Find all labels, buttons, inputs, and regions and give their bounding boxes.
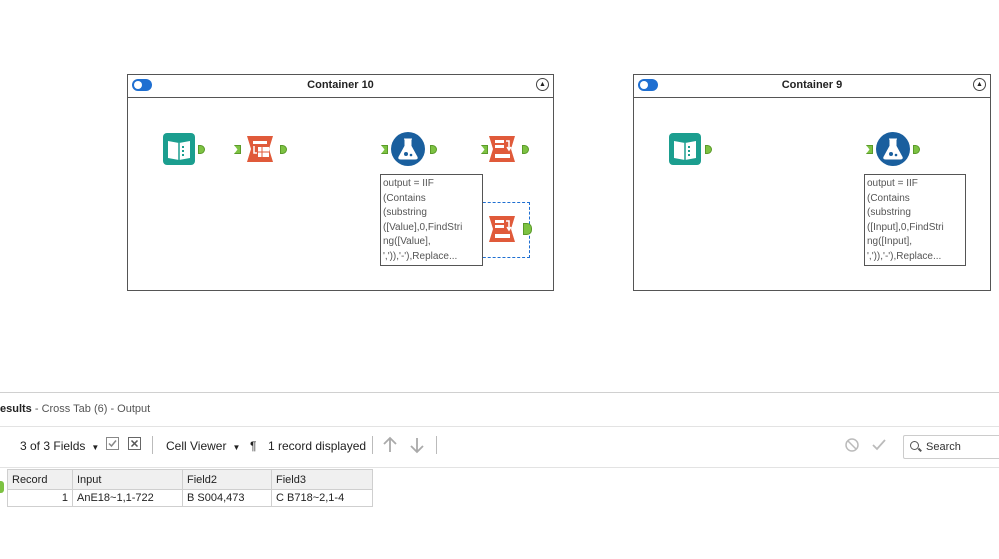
column-header[interactable]: Input <box>72 469 183 490</box>
separator <box>436 436 437 454</box>
results-table: Record Input Field2 Field3 1 AnE18~1,1-7… <box>7 469 373 507</box>
container-title: Container 10 <box>307 79 374 91</box>
container-header[interactable]: Container 9 ▲ <box>634 75 990 98</box>
checkbox-icon[interactable] <box>106 437 119 453</box>
cross-tab-tool-icon[interactable] <box>485 212 519 246</box>
column-header[interactable]: Field3 <box>271 469 373 490</box>
separator <box>152 436 153 454</box>
container-title: Container 9 <box>781 79 843 91</box>
table-cell[interactable]: B S004,473 <box>182 489 272 507</box>
column-header[interactable]: Record <box>7 469 73 490</box>
table-cell[interactable]: AnE18~1,1-722 <box>72 489 183 507</box>
container-header[interactable]: Container 10 ▲ <box>128 75 553 98</box>
formula-tool-icon[interactable] <box>875 131 910 166</box>
separator <box>372 436 373 454</box>
search-input[interactable]: Search <box>903 435 999 459</box>
table-row[interactable]: 1 AnE18~1,1-722 B S004,473 C B718~2,1-4 <box>7 489 373 507</box>
pilcrow-icon[interactable]: ¶ <box>250 439 256 453</box>
text-input-tool-icon[interactable] <box>668 132 702 166</box>
output-anchor[interactable] <box>523 223 532 235</box>
column-header[interactable]: Field2 <box>182 469 272 490</box>
text-to-columns-tool-icon[interactable] <box>243 132 277 166</box>
arrow-up-icon[interactable] <box>382 436 398 457</box>
results-panel: esults - Cross Tab (6) - Output 3 of 3 F… <box>0 392 999 559</box>
cell-viewer-dropdown[interactable]: Cell Viewer ▼ <box>166 439 240 453</box>
container-10[interactable]: Container 10 ▲ <box>127 74 554 291</box>
workflow-canvas[interactable]: Container 10 ▲ Container 9 ▲ output = II… <box>0 0 999 392</box>
formula-annotation: output = IIF (Contains (substring ([Inpu… <box>864 174 966 266</box>
formula-tool-icon[interactable] <box>390 131 425 166</box>
records-displayed: 1 record displayed <box>268 439 367 453</box>
search-icon <box>910 441 919 450</box>
results-title: esults - Cross Tab (6) - Output <box>0 403 151 415</box>
cross-tab-tool-icon[interactable] <box>485 132 519 166</box>
text-input-tool-icon[interactable] <box>162 132 196 166</box>
panel-tab-indicator <box>0 481 4 493</box>
table-cell[interactable]: C B718~2,1-4 <box>271 489 373 507</box>
results-toolbar: 3 of 3 Fields ▼ Cell Viewer ▼ ¶ 1 record d… <box>0 426 999 468</box>
fields-dropdown[interactable]: 3 of 3 Fields ▼ <box>20 439 99 453</box>
uncheck-box-icon[interactable] <box>128 437 141 453</box>
cancel-icon[interactable] <box>845 438 859 455</box>
arrow-down-icon[interactable] <box>409 436 425 457</box>
collapse-icon[interactable]: ▲ <box>973 78 986 91</box>
checkmark-icon[interactable] <box>871 437 887 456</box>
record-cell[interactable]: 1 <box>7 489 73 507</box>
formula-annotation: output = IIF (Contains (substring ([Valu… <box>380 174 483 266</box>
collapse-icon[interactable]: ▲ <box>536 78 549 91</box>
table-header-row: Record Input Field2 Field3 <box>7 469 373 490</box>
